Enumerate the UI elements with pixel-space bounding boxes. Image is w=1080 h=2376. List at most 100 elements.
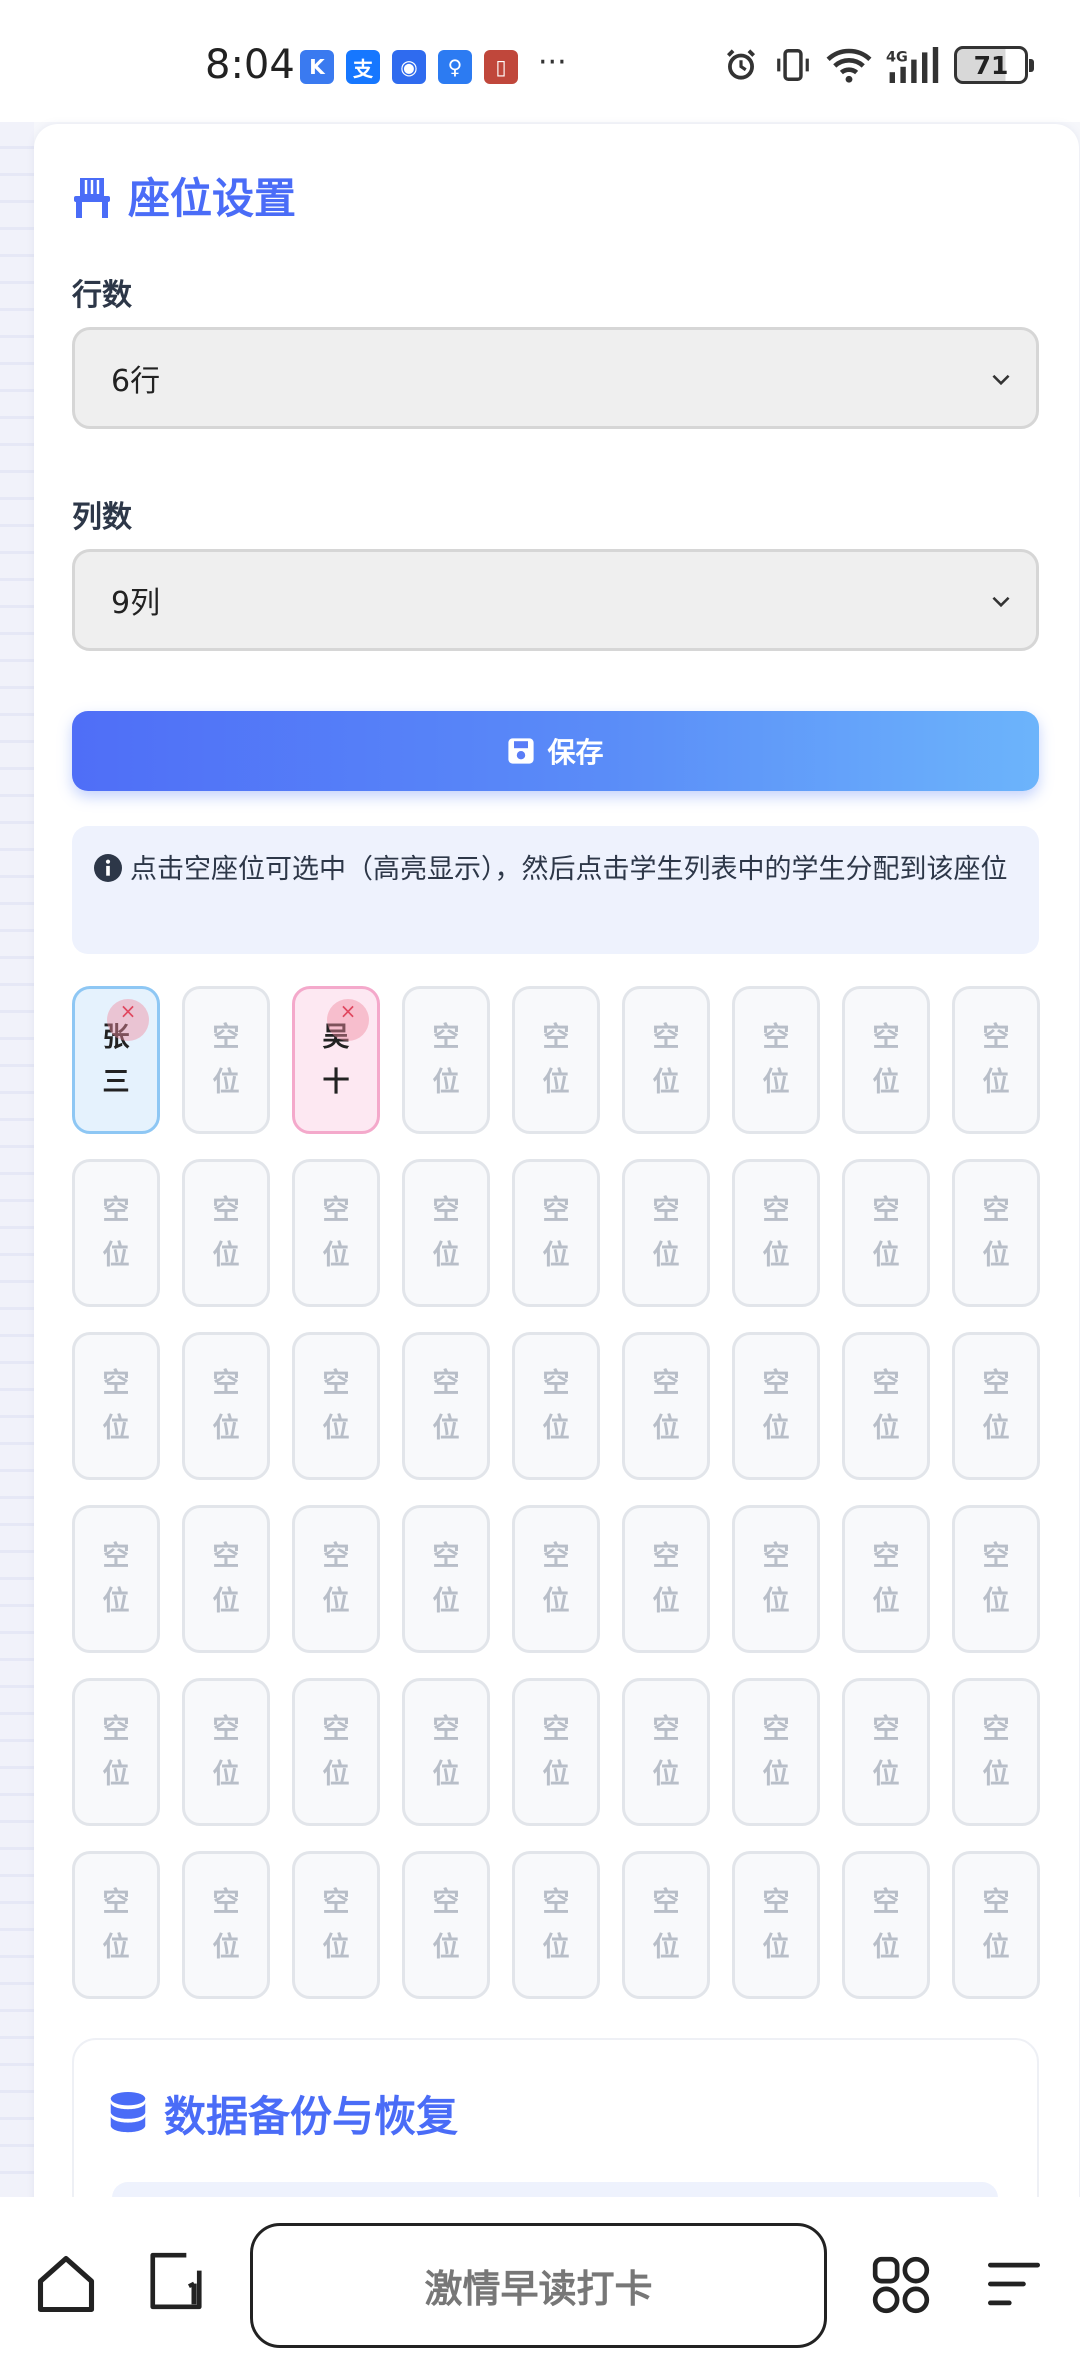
seat-empty-label: 空位 <box>542 1022 570 1098</box>
seat-r3-c9[interactable]: 空位 <box>952 1332 1040 1480</box>
seat-empty-label: 空位 <box>102 1887 130 1963</box>
seat-r1-c1[interactable]: × 张三 <box>72 986 160 1134</box>
seat-r1-c6[interactable]: 空位 <box>622 986 710 1134</box>
seat-r3-c5[interactable]: 空位 <box>512 1332 600 1480</box>
save-button[interactable]: 保存 <box>72 711 1039 791</box>
info-hint-text: 点击空座位可选中（高亮显示），然后点击学生列表中的学生分配到该座位 <box>130 854 1008 885</box>
battery-indicator: 71 <box>954 46 1034 84</box>
bulb-icon: ♀ <box>438 50 472 84</box>
seat-empty-label: 空位 <box>432 1887 460 1963</box>
seat-r6-c6[interactable]: 空位 <box>622 1851 710 1999</box>
seat-r6-c3[interactable]: 空位 <box>292 1851 380 1999</box>
seat-r5-c4[interactable]: 空位 <box>402 1678 490 1826</box>
seat-r3-c1[interactable]: 空位 <box>72 1332 160 1480</box>
browser-icon: ◉ <box>392 50 426 84</box>
seat-r5-c2[interactable]: 空位 <box>182 1678 270 1826</box>
rows-label: 行数 <box>72 278 132 313</box>
seat-r2-c3[interactable]: 空位 <box>292 1159 380 1307</box>
seat-r1-c4[interactable]: 空位 <box>402 986 490 1134</box>
seat-r1-c5[interactable]: 空位 <box>512 986 600 1134</box>
seat-empty-label: 空位 <box>982 1887 1010 1963</box>
chevron-down-icon <box>992 374 1010 386</box>
grid-apps-icon[interactable] <box>870 2254 932 2316</box>
seat-r2-c4[interactable]: 空位 <box>402 1159 490 1307</box>
seat-r5-c1[interactable]: 空位 <box>72 1678 160 1826</box>
seat-empty-label: 空位 <box>322 1195 350 1271</box>
seat-r6-c7[interactable]: 空位 <box>732 1851 820 1999</box>
cols-select[interactable]: 9列 <box>72 549 1039 651</box>
seat-r3-c6[interactable]: 空位 <box>622 1332 710 1480</box>
seat-r4-c7[interactable]: 空位 <box>732 1505 820 1653</box>
seat-r3-c7[interactable]: 空位 <box>732 1332 820 1480</box>
seat-r2-c6[interactable]: 空位 <box>622 1159 710 1307</box>
seat-r2-c5[interactable]: 空位 <box>512 1159 600 1307</box>
seat-empty-label: 空位 <box>872 1195 900 1271</box>
seat-r6-c4[interactable]: 空位 <box>402 1851 490 1999</box>
notification-icons: K 支 ◉ ♀ ▯ ··· <box>300 45 567 84</box>
seat-r4-c2[interactable]: 空位 <box>182 1505 270 1653</box>
seat-empty-label: 空位 <box>652 1887 680 1963</box>
backup-title: 数据备份与恢复 <box>108 2083 458 2144</box>
seat-r6-c9[interactable]: 空位 <box>952 1851 1040 1999</box>
seat-r4-c9[interactable]: 空位 <box>952 1505 1040 1653</box>
seat-r5-c9[interactable]: 空位 <box>952 1678 1040 1826</box>
home-icon[interactable] <box>32 2250 100 2318</box>
seat-r6-c2[interactable]: 空位 <box>182 1851 270 1999</box>
seat-r3-c3[interactable]: 空位 <box>292 1332 380 1480</box>
seat-r4-c6[interactable]: 空位 <box>622 1505 710 1653</box>
signal-4g-icon: 4G <box>886 47 939 83</box>
seat-r5-c7[interactable]: 空位 <box>732 1678 820 1826</box>
seat-r6-c8[interactable]: 空位 <box>842 1851 930 1999</box>
menu-icon[interactable] <box>985 2258 1043 2310</box>
seat-r3-c4[interactable]: 空位 <box>402 1332 490 1480</box>
seat-r4-c5[interactable]: 空位 <box>512 1505 600 1653</box>
seat-r2-c1[interactable]: 空位 <box>72 1159 160 1307</box>
chair-icon <box>74 177 110 218</box>
seat-empty-label: 空位 <box>872 1368 900 1444</box>
seat-r4-c8[interactable]: 空位 <box>842 1505 930 1653</box>
book-icon: ▯ <box>484 50 518 84</box>
seat-r1-c8[interactable]: 空位 <box>842 986 930 1134</box>
remove-student-icon[interactable]: × <box>327 999 369 1041</box>
seat-empty-label: 空位 <box>102 1541 130 1617</box>
seat-r1-c2[interactable]: 空位 <box>182 986 270 1134</box>
remove-student-icon[interactable]: × <box>107 999 149 1041</box>
seat-r5-c3[interactable]: 空位 <box>292 1678 380 1826</box>
seat-empty-label: 空位 <box>212 1022 240 1098</box>
seat-r4-c4[interactable]: 空位 <box>402 1505 490 1653</box>
seat-r2-c2[interactable]: 空位 <box>182 1159 270 1307</box>
seat-empty-label: 空位 <box>542 1714 570 1790</box>
svg-text:4G: 4G <box>886 49 908 65</box>
seat-settings-title: 座位设置 <box>72 165 296 226</box>
vibrate-icon <box>777 49 809 81</box>
seat-empty-label: 空位 <box>542 1541 570 1617</box>
seat-empty-label: 空位 <box>322 1714 350 1790</box>
seat-empty-label: 空位 <box>652 1368 680 1444</box>
seat-empty-label: 空位 <box>982 1195 1010 1271</box>
seat-r5-c6[interactable]: 空位 <box>622 1678 710 1826</box>
seat-r3-c2[interactable]: 空位 <box>182 1332 270 1480</box>
rows-select[interactable]: 6行 <box>72 327 1039 429</box>
seat-r1-c9[interactable]: 空位 <box>952 986 1040 1134</box>
status-indicators: 4G 71 <box>722 46 1034 84</box>
seat-r1-c7[interactable]: 空位 <box>732 986 820 1134</box>
seat-r5-c5[interactable]: 空位 <box>512 1678 600 1826</box>
seat-settings-title-text: 座位设置 <box>128 174 297 223</box>
seat-empty-label: 空位 <box>212 1887 240 1963</box>
seat-r3-c8[interactable]: 空位 <box>842 1332 930 1480</box>
seat-empty-label: 空位 <box>652 1714 680 1790</box>
seat-r4-c3[interactable]: 空位 <box>292 1505 380 1653</box>
seat-empty-label: 空位 <box>762 1714 790 1790</box>
seat-r6-c5[interactable]: 空位 <box>512 1851 600 1999</box>
seat-r2-c9[interactable]: 空位 <box>952 1159 1040 1307</box>
tabs-icon[interactable] <box>145 2250 207 2312</box>
seat-r1-c3[interactable]: × 吴十 <box>292 986 380 1134</box>
seat-empty-label: 空位 <box>762 1195 790 1271</box>
seat-r4-c1[interactable]: 空位 <box>72 1505 160 1653</box>
seat-r6-c1[interactable]: 空位 <box>72 1851 160 1999</box>
seat-empty-label: 空位 <box>542 1887 570 1963</box>
main-app-button[interactable]: 激情早读打卡 <box>250 2223 827 2348</box>
seat-r2-c8[interactable]: 空位 <box>842 1159 930 1307</box>
seat-r5-c8[interactable]: 空位 <box>842 1678 930 1826</box>
seat-r2-c7[interactable]: 空位 <box>732 1159 820 1307</box>
